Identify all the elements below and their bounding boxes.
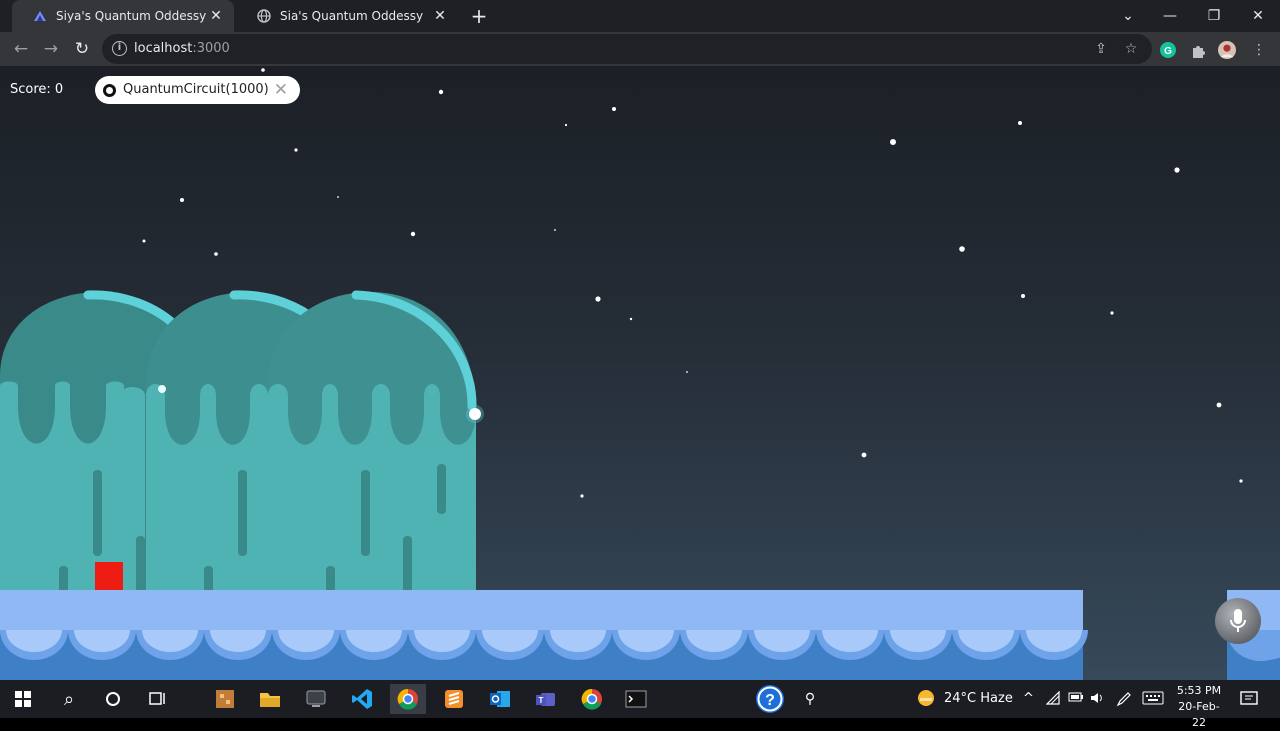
people-icon[interactable]: ⚲ bbox=[795, 684, 825, 714]
sublime-icon[interactable] bbox=[439, 684, 469, 714]
volume-icon[interactable] bbox=[1090, 691, 1104, 708]
microphone-icon bbox=[1230, 609, 1246, 632]
chrome-icon[interactable] bbox=[390, 684, 426, 714]
battery-icon[interactable] bbox=[1068, 691, 1084, 706]
site-info-icon[interactable]: i bbox=[112, 41, 127, 56]
vscode-icon[interactable] bbox=[347, 684, 377, 714]
browser-toolbar: ← → ↻ i localhost:3000 ⇪ ☆ G ⋮ bbox=[0, 32, 1280, 66]
windows-taskbar: ⌕ T ? ⚲ 24°C Haze ^ 5:53 PM 20-Feb-22 bbox=[0, 680, 1280, 729]
site-favicon-icon bbox=[32, 8, 48, 24]
notification-icon[interactable] bbox=[1240, 691, 1258, 710]
game-canvas[interactable]: Score: 0 QuantumCircuit(1000) ✕ bbox=[0, 66, 1280, 680]
tab-siyas-quantum-oddessy[interactable]: Siya's Quantum Oddessy ✕ bbox=[12, 0, 234, 32]
teams-icon[interactable]: T bbox=[531, 684, 561, 714]
file-manager-icon[interactable] bbox=[210, 684, 240, 714]
forward-arrow-icon[interactable]: → bbox=[39, 37, 63, 61]
address-bar[interactable]: i localhost:3000 ⇪ ☆ bbox=[102, 34, 1152, 64]
restore-button[interactable]: ❐ bbox=[1192, 0, 1236, 32]
weather-sun-icon[interactable] bbox=[916, 688, 936, 711]
svg-text:?: ? bbox=[765, 692, 775, 709]
file-explorer-icon[interactable] bbox=[255, 684, 285, 714]
player-block bbox=[95, 562, 123, 590]
outlook-icon[interactable] bbox=[485, 684, 515, 714]
profile-avatar[interactable] bbox=[1218, 41, 1236, 59]
tab-strip: Siya's Quantum Oddessy ✕ Sia's Quantum O… bbox=[0, 0, 1280, 32]
clock-time: 5:53 PM bbox=[1176, 684, 1222, 697]
clock-date: 20-Feb-22 bbox=[1178, 700, 1220, 729]
chevron-up-icon[interactable]: ^ bbox=[1023, 691, 1034, 706]
grammarly-icon[interactable]: G bbox=[1159, 41, 1177, 59]
minimize-button[interactable]: — bbox=[1148, 0, 1192, 32]
screen-icon[interactable] bbox=[301, 684, 331, 714]
game-scene bbox=[0, 68, 1280, 680]
tab-title: Siya's Quantum Oddessy bbox=[56, 9, 207, 23]
reload-icon[interactable]: ↻ bbox=[70, 37, 94, 61]
tab-search-icon[interactable]: ⌄ bbox=[1106, 0, 1150, 32]
keyboard-icon[interactable] bbox=[1142, 691, 1164, 708]
bookmark-star-icon[interactable]: ☆ bbox=[1122, 40, 1140, 58]
quantum-code-value: QuantumCircuit(1000) bbox=[123, 82, 269, 97]
cortana-icon[interactable] bbox=[98, 684, 128, 714]
close-tab-icon[interactable]: ✕ bbox=[432, 8, 448, 24]
record-ring-icon bbox=[103, 84, 116, 97]
share-icon[interactable]: ⇪ bbox=[1092, 40, 1110, 58]
score-label: Score: 0 bbox=[10, 82, 64, 97]
clock[interactable]: 5:53 PM 20-Feb-22 bbox=[1174, 683, 1224, 731]
close-window-button[interactable]: ✕ bbox=[1236, 0, 1280, 32]
jellyfish-obstacle bbox=[0, 290, 484, 596]
microphone-button[interactable] bbox=[1215, 598, 1261, 644]
extensions-puzzle-icon[interactable] bbox=[1189, 41, 1207, 59]
wifi-icon[interactable] bbox=[1045, 690, 1060, 708]
terminal-icon[interactable] bbox=[621, 684, 651, 714]
close-tab-icon[interactable]: ✕ bbox=[208, 8, 224, 24]
chrome-menu-icon[interactable]: ⋮ bbox=[1250, 41, 1268, 59]
url-text: localhost:3000 bbox=[134, 41, 230, 56]
tab-sias-quantum-oddessy[interactable]: Sia's Quantum Oddessy ✕ bbox=[236, 0, 458, 32]
search-icon[interactable]: ⌕ bbox=[54, 684, 84, 714]
back-arrow-icon[interactable]: ← bbox=[9, 37, 33, 61]
svg-text:T: T bbox=[539, 696, 544, 705]
globe-icon bbox=[256, 8, 272, 24]
new-tab-button[interactable]: + bbox=[468, 5, 490, 27]
clear-input-icon[interactable]: ✕ bbox=[274, 80, 288, 100]
help-icon[interactable]: ? bbox=[755, 684, 785, 714]
weather-text[interactable]: 24°C Haze bbox=[944, 691, 1013, 706]
ground-platform bbox=[0, 590, 1088, 680]
task-view-icon[interactable] bbox=[143, 684, 173, 714]
pen-icon[interactable] bbox=[1116, 691, 1132, 710]
tab-title: Sia's Quantum Oddessy bbox=[280, 9, 424, 23]
quantum-code-input[interactable]: QuantumCircuit(1000) ✕ bbox=[95, 76, 300, 104]
windows-start-icon[interactable] bbox=[8, 684, 38, 714]
chrome-icon[interactable] bbox=[577, 684, 607, 714]
svg-text:G: G bbox=[1164, 46, 1172, 57]
